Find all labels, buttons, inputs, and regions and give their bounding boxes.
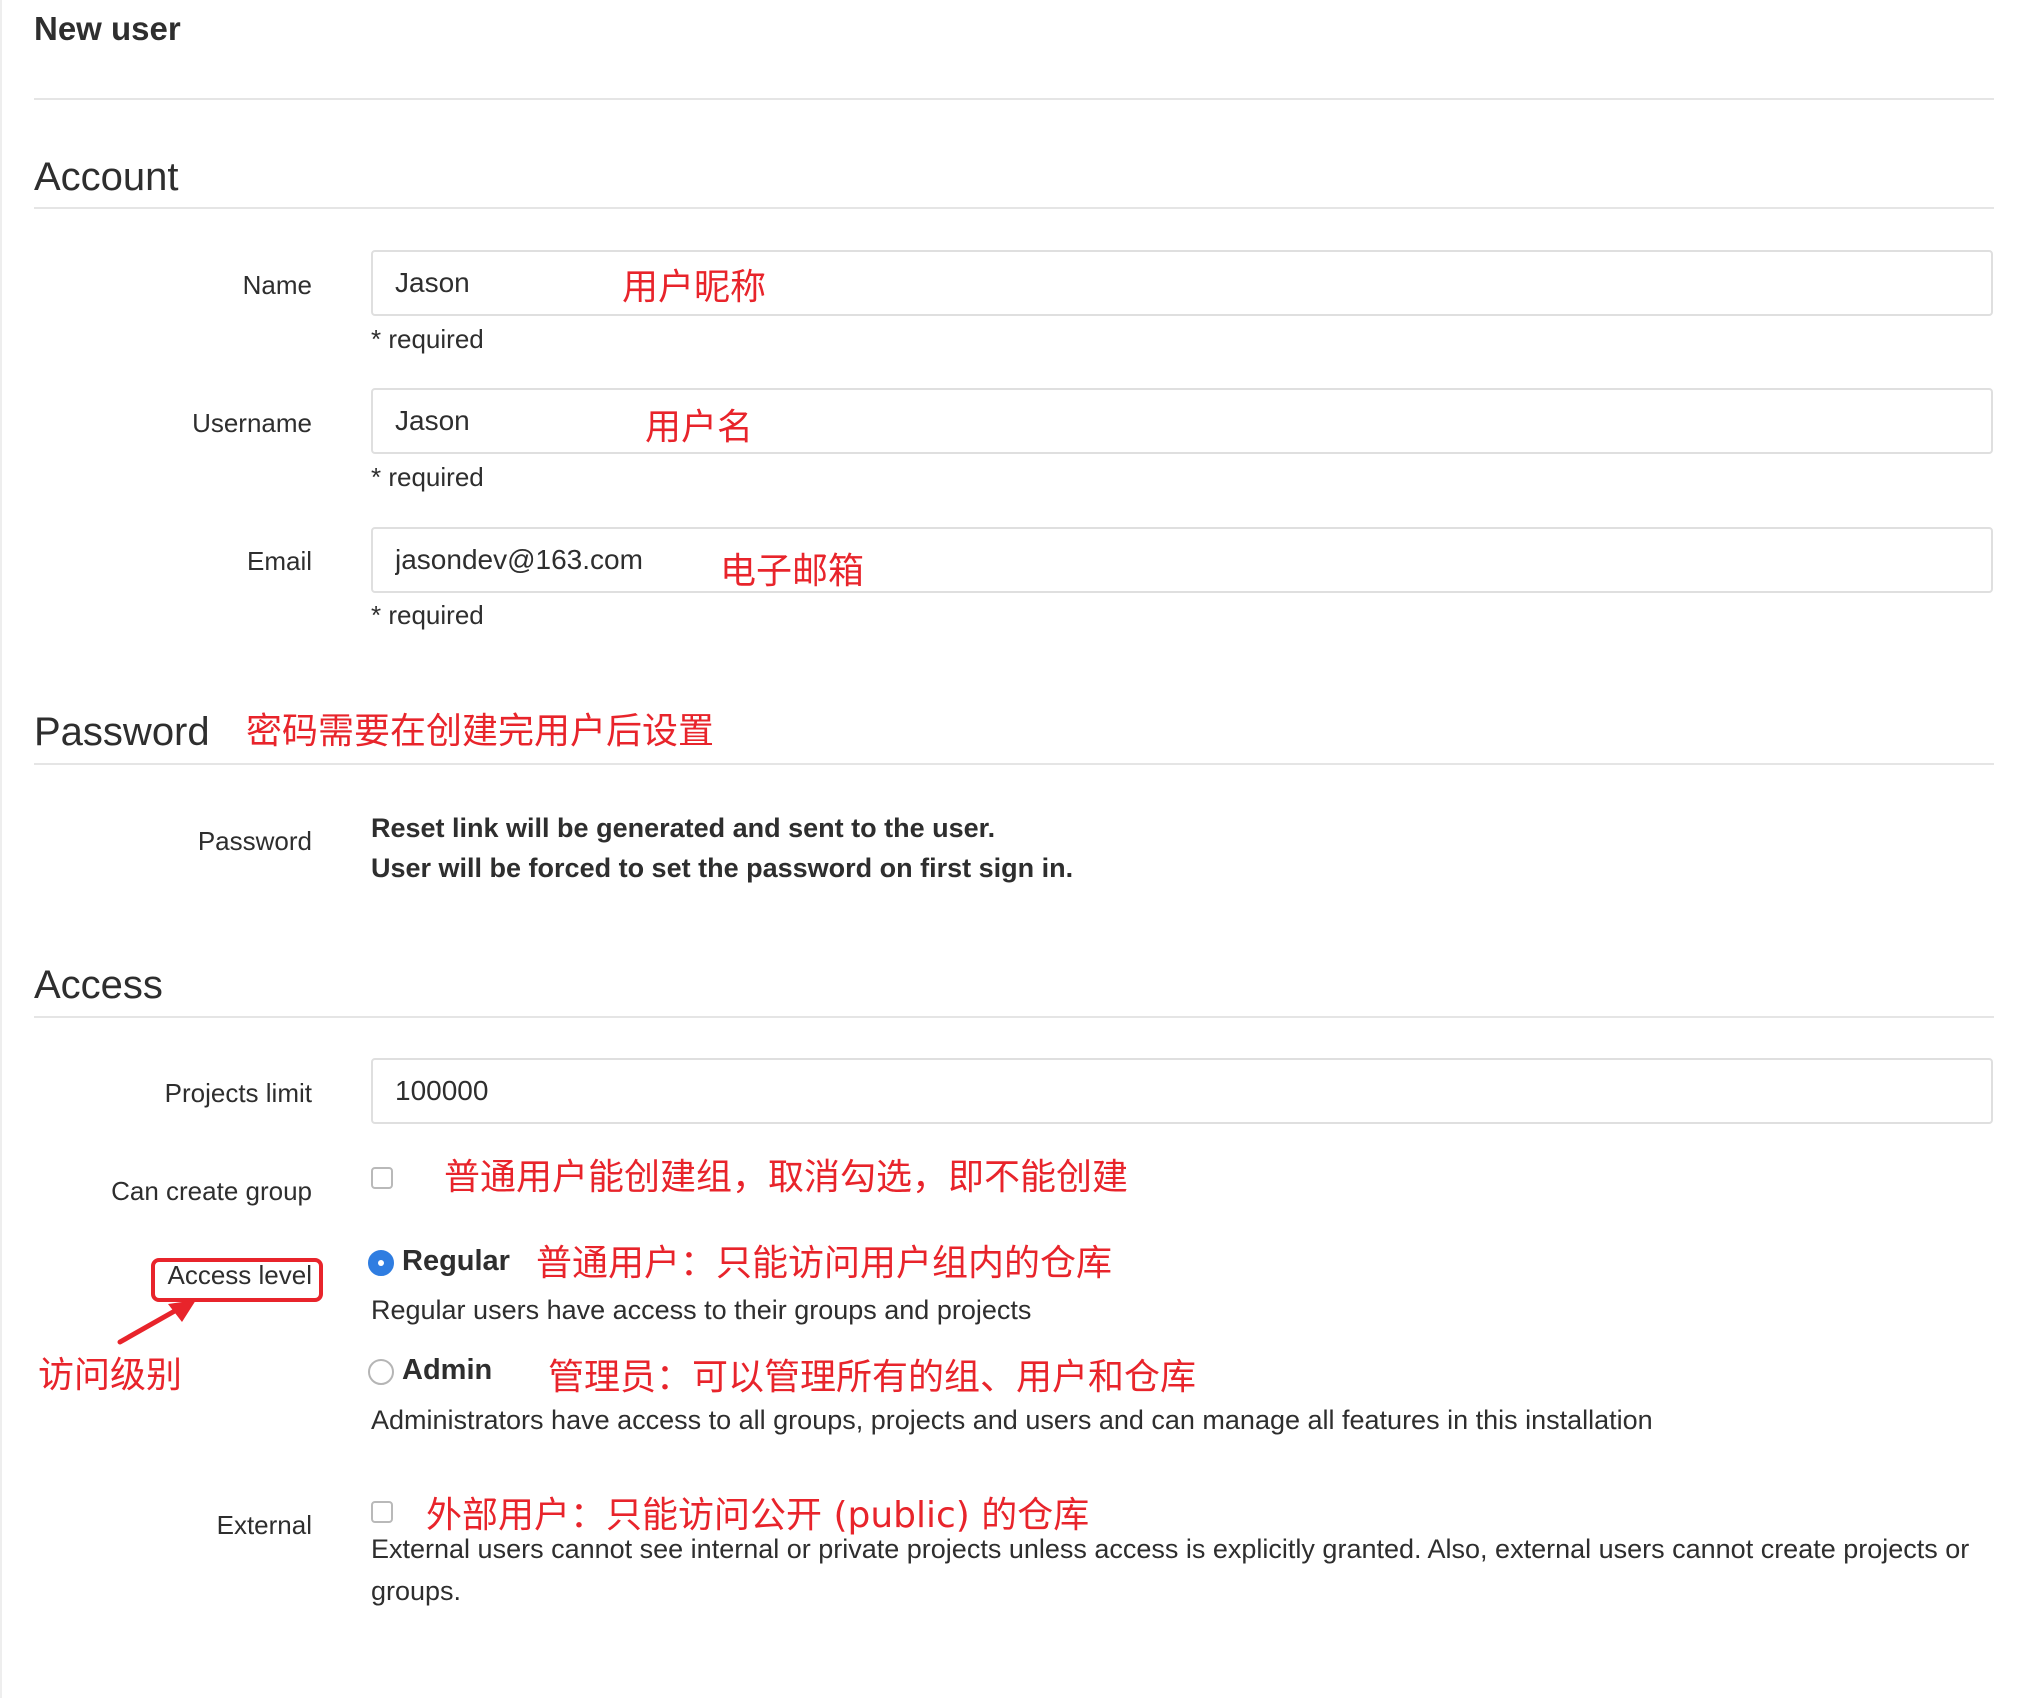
can-create-group-annotation: 普通用户能创建组，取消勾选，即不能创建 [444,1157,1129,1198]
regular-description: Regular users have access to their group… [371,1295,1032,1325]
admin-radio-label[interactable]: Admin [402,1354,492,1387]
access-divider [34,1016,1994,1018]
projects-limit-label: Projects limit [164,1078,312,1108]
admin-description: Administrators have access to all groups… [371,1405,1653,1435]
password-section-title: Password [34,710,210,754]
external-checkbox[interactable] [371,1501,393,1523]
email-label: Email [246,546,312,576]
username-required-hint: * required [371,462,484,492]
username-input[interactable] [371,388,1993,454]
external-label: External [216,1510,312,1540]
annotation-arrow-icon [117,1300,196,1345]
projects-limit-input[interactable] [371,1058,1993,1124]
regular-radio-label[interactable]: Regular [402,1245,510,1278]
name-required-hint: * required [371,324,484,354]
name-input[interactable] [371,250,1993,316]
access-level-annotation: 访问级别 [38,1355,183,1396]
page-left-border [0,0,2,1698]
title-divider [34,98,1994,100]
external-description: External users cannot see internal or pr… [371,1534,1970,1606]
username-annotation: 用户名 [645,407,754,448]
regular-annotation: 普通用户：只能访问用户组内的仓库 [536,1243,1113,1284]
email-required-hint: * required [371,600,484,630]
email-annotation: 电子邮箱 [720,551,865,592]
password-reset-info: Reset link will be generated and sent to… [371,813,996,843]
password-divider [34,763,1994,765]
regular-radio[interactable] [368,1250,394,1276]
name-label: Name [242,270,312,300]
email-input[interactable] [371,527,1993,593]
password-first-signin-info: User will be forced to set the password … [371,853,1074,883]
account-section-title: Account [34,155,179,199]
can-create-group-checkbox[interactable] [371,1167,393,1189]
can-create-group-label: Can create group [111,1176,312,1206]
page-title: New user [34,10,181,47]
password-label: Password [197,826,312,856]
account-divider [34,207,1994,209]
access-level-label: Access level [167,1260,313,1290]
name-annotation: 用户昵称 [622,267,767,308]
password-section-annotation: 密码需要在创建完用户后设置 [246,711,715,752]
access-section-title: Access [34,963,163,1007]
admin-annotation: 管理员：可以管理所有的组、用户和仓库 [548,1357,1197,1398]
admin-radio[interactable] [368,1359,394,1385]
username-label: Username [192,408,312,438]
